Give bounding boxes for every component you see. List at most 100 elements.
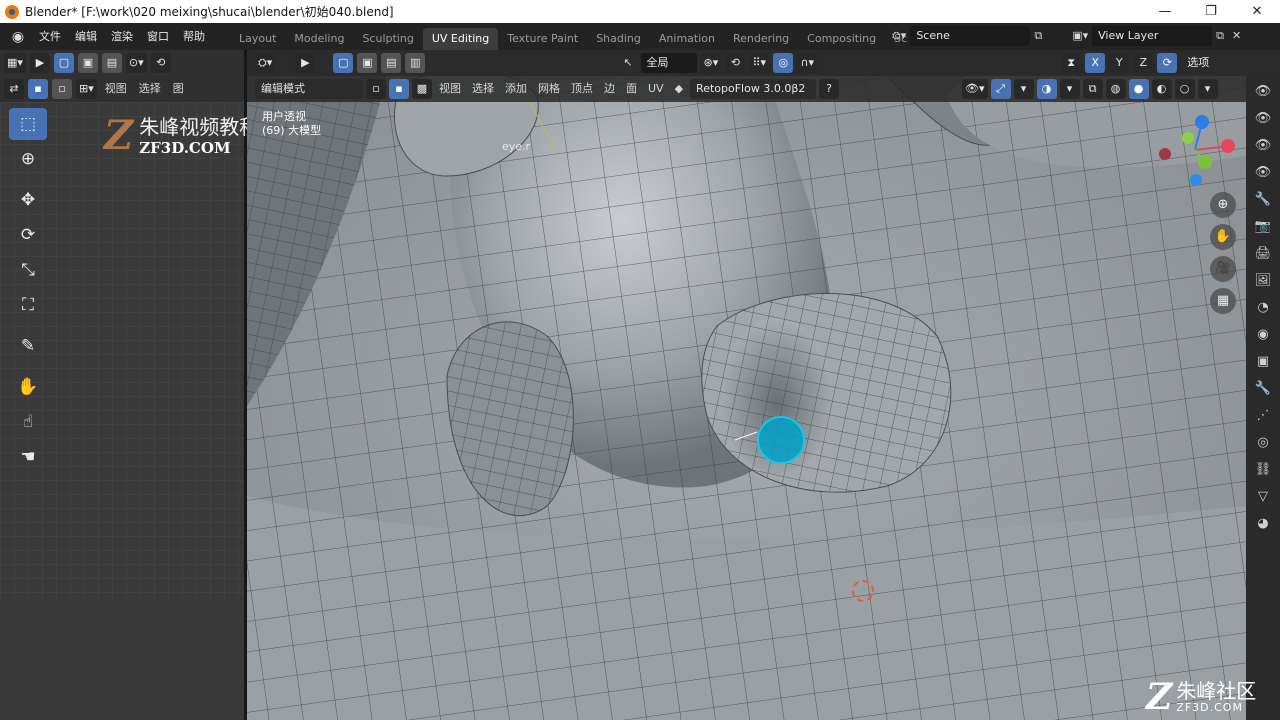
menu-edit[interactable]: 编辑 bbox=[68, 23, 104, 50]
rotate-tool-icon[interactable]: ⟳ bbox=[9, 219, 47, 251]
uv-sticky-icon[interactable]: ⊞▾ bbox=[76, 79, 97, 99]
constraints-properties-icon[interactable]: ⛓ bbox=[1252, 459, 1274, 481]
vertex-select-icon[interactable]: ▫ bbox=[366, 79, 386, 99]
viewport-select-extend-icon[interactable]: ▣ bbox=[357, 53, 378, 73]
scene-properties-icon[interactable]: ◔ bbox=[1252, 297, 1274, 319]
uv-menu-image[interactable]: 图 bbox=[169, 79, 188, 99]
axis-x-toggle[interactable]: X bbox=[1085, 53, 1106, 73]
auto-merge-icon[interactable]: ⟳ bbox=[1157, 53, 1178, 73]
vp-menu-vertex[interactable]: 顶点 bbox=[567, 79, 597, 99]
modifier-properties-icon[interactable]: 🔧 bbox=[1252, 378, 1274, 400]
falloff-icon[interactable]: ∩▾ bbox=[797, 53, 818, 73]
vp-menu-view[interactable]: 视图 bbox=[435, 79, 465, 99]
view-layer-properties-icon[interactable]: 🖼 bbox=[1252, 270, 1274, 292]
move-tool-icon[interactable]: ✥ bbox=[9, 184, 47, 216]
mode-dropdown[interactable]: 编辑模式 bbox=[255, 79, 363, 99]
tab-uv-editing[interactable]: UV Editing bbox=[422, 28, 499, 50]
snap-icon[interactable]: ⟲ bbox=[725, 53, 746, 73]
tab-sculpting[interactable]: Sculpting bbox=[353, 28, 422, 50]
transform-tool-icon[interactable]: ⛶ bbox=[9, 289, 47, 321]
gizmo-z-icon[interactable] bbox=[1195, 115, 1209, 129]
grab-tool-icon[interactable]: ✋ bbox=[9, 371, 47, 403]
new-view-layer-icon[interactable]: ⧉ bbox=[1212, 26, 1228, 46]
maximize-button[interactable]: ❐ bbox=[1188, 0, 1234, 23]
options-dropdown[interactable]: 选项 bbox=[1181, 53, 1224, 73]
tool-properties-icon[interactable]: 🔧 bbox=[1252, 189, 1274, 211]
tab-layout[interactable]: Layout bbox=[230, 28, 285, 50]
tab-animation[interactable]: Animation bbox=[650, 28, 724, 50]
transform-orientation-dropdown[interactable]: 全局 bbox=[640, 53, 697, 73]
tab-compositing[interactable]: Compositing bbox=[798, 28, 885, 50]
annotate-tool-icon[interactable]: ✎ bbox=[9, 330, 47, 362]
close-button[interactable]: ✕ bbox=[1234, 0, 1280, 23]
gizmo-icon[interactable]: ⤢ bbox=[990, 79, 1011, 99]
shading-wireframe-icon[interactable]: ◍ bbox=[1105, 79, 1126, 99]
render-properties-icon[interactable]: 📷 bbox=[1252, 216, 1274, 238]
blender-menu-icon[interactable]: ◉ bbox=[8, 27, 28, 47]
select-box-tool-icon[interactable]: ⬚ bbox=[9, 108, 47, 140]
relax-tool-icon[interactable]: ☝ bbox=[9, 406, 47, 438]
shading-material-icon[interactable]: ◐ bbox=[1151, 79, 1172, 99]
gizmo-neg-x-icon[interactable] bbox=[1159, 148, 1171, 160]
gizmo-dropdown-icon[interactable]: ▾ bbox=[1013, 79, 1034, 99]
scale-tool-icon[interactable]: ⤡ bbox=[9, 254, 47, 286]
vp-menu-uv[interactable]: UV bbox=[644, 79, 668, 99]
tab-texture-paint[interactable]: Texture Paint bbox=[498, 28, 587, 50]
viewport-select-invert-icon[interactable]: ▥ bbox=[405, 53, 426, 73]
snap-target-icon[interactable]: ⠿▾ bbox=[749, 53, 770, 73]
shading-solid-icon[interactable]: ● bbox=[1128, 79, 1149, 99]
shading-rendered-icon[interactable]: ○ bbox=[1174, 79, 1195, 99]
xray-icon[interactable]: ⧉ bbox=[1082, 79, 1103, 99]
viewport-select-new-icon[interactable]: ▢ bbox=[333, 53, 354, 73]
world-properties-icon[interactable]: ◉ bbox=[1252, 324, 1274, 346]
tab-shading[interactable]: Shading bbox=[587, 28, 650, 50]
visibility-icon[interactable]: 👁▾ bbox=[962, 79, 988, 99]
select-mode-extend-icon[interactable]: ▣ bbox=[77, 53, 98, 73]
new-scene-icon[interactable]: ⧉ bbox=[1030, 26, 1046, 46]
particles-properties-icon[interactable]: ⋰ bbox=[1252, 405, 1274, 427]
tab-modeling[interactable]: Modeling bbox=[285, 28, 353, 50]
uv-vertex-mode-icon[interactable]: ▪ bbox=[28, 79, 48, 99]
uv-menu-view[interactable]: 视图 bbox=[101, 79, 131, 99]
physics-properties-icon[interactable]: ◎ bbox=[1252, 432, 1274, 454]
viewport-select-tool-icon[interactable]: ▶ bbox=[295, 53, 316, 73]
ortho-toggle-icon[interactable]: ▦ bbox=[1210, 288, 1236, 314]
vp-menu-face[interactable]: 面 bbox=[622, 79, 641, 99]
pan-icon[interactable]: ✋ bbox=[1210, 224, 1236, 250]
uv-sync-selection-icon[interactable]: ⇄ bbox=[4, 79, 24, 99]
gizmo-neg-y-icon[interactable] bbox=[1182, 132, 1194, 144]
overlay-dropdown-icon[interactable]: ▾ bbox=[1059, 79, 1080, 99]
axis-z-toggle[interactable]: Z bbox=[1133, 53, 1154, 73]
tab-rendering[interactable]: Rendering bbox=[724, 28, 798, 50]
face-select-icon[interactable]: ▩ bbox=[412, 79, 432, 99]
gizmo-x-icon[interactable] bbox=[1221, 139, 1235, 153]
outliner-eye-icon-3[interactable]: 👁 bbox=[1252, 135, 1274, 157]
menu-file[interactable]: 文件 bbox=[32, 23, 68, 50]
navigation-gizmo[interactable] bbox=[1150, 110, 1240, 190]
viewport-select-subtract-icon[interactable]: ▤ bbox=[381, 53, 402, 73]
vp-menu-select[interactable]: 选择 bbox=[468, 79, 498, 99]
gizmo-y-icon[interactable] bbox=[1198, 155, 1212, 169]
3d-viewport[interactable] bbox=[247, 76, 1246, 720]
outliner-eye-icon-4[interactable]: 👁 bbox=[1252, 162, 1274, 184]
output-properties-icon[interactable]: 🖨 bbox=[1252, 243, 1274, 265]
gizmo-neg-z-icon[interactable] bbox=[1190, 174, 1202, 186]
menu-window[interactable]: 窗口 bbox=[140, 23, 176, 50]
menu-render[interactable]: 渲染 bbox=[104, 23, 140, 50]
select-mode-new-icon[interactable]: ▢ bbox=[53, 53, 74, 73]
pivot-icon[interactable]: ⊙▾ bbox=[125, 53, 147, 73]
mirror-icon[interactable]: ⧗ bbox=[1061, 53, 1082, 73]
outliner-eye-icon-1[interactable]: 👁 bbox=[1252, 81, 1274, 103]
minimize-button[interactable]: — bbox=[1142, 0, 1188, 23]
vp-menu-edge[interactable]: 边 bbox=[600, 79, 619, 99]
object-properties-icon[interactable]: ▣ bbox=[1252, 351, 1274, 373]
vp-menu-add[interactable]: 添加 bbox=[501, 79, 531, 99]
vp-menu-mesh[interactable]: 网格 bbox=[534, 79, 564, 99]
editor-type-icon[interactable]: ▦▾ bbox=[4, 53, 26, 73]
proportional-edit-icon[interactable]: ◎ bbox=[773, 53, 794, 73]
pivot-point-icon[interactable]: ⊛▾ bbox=[700, 53, 722, 73]
cursor-tool-icon[interactable]: ⊕ bbox=[9, 143, 47, 175]
help-icon[interactable]: ? bbox=[819, 79, 840, 99]
edge-select-icon[interactable]: ▪ bbox=[389, 79, 409, 99]
sync-icon[interactable]: ⟲ bbox=[150, 53, 171, 73]
